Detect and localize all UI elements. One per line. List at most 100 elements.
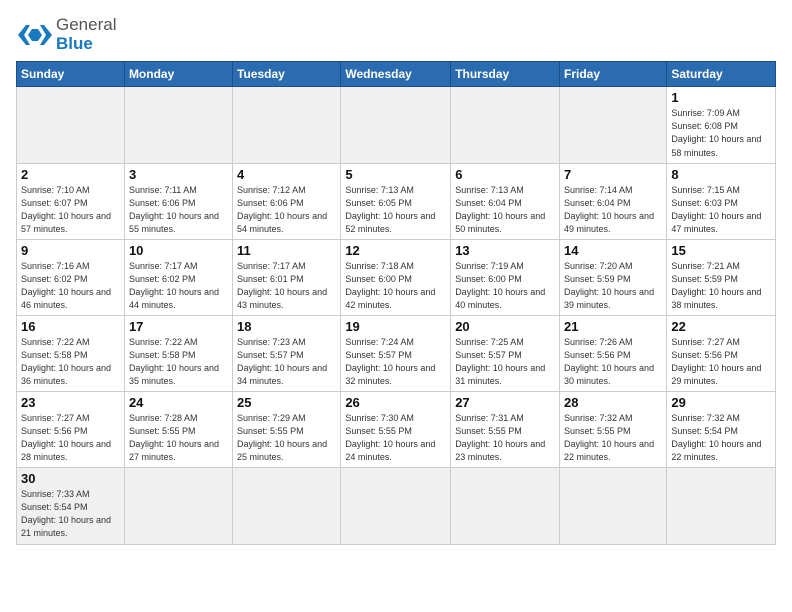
calendar-week-row: 30 Sunrise: 7:33 AMSunset: 5:54 PMDayligh… — [17, 468, 776, 544]
calendar-cell: 5 Sunrise: 7:13 AMSunset: 6:05 PMDaylight… — [341, 163, 451, 239]
calendar-cell — [451, 87, 560, 163]
day-info: Sunrise: 7:13 AMSunset: 6:05 PMDaylight:… — [345, 184, 446, 236]
day-info: Sunrise: 7:22 AMSunset: 5:58 PMDaylight:… — [129, 336, 228, 388]
calendar-week-row: 16 Sunrise: 7:22 AMSunset: 5:58 PMDayligh… — [17, 315, 776, 391]
day-number: 10 — [129, 243, 228, 258]
day-info: Sunrise: 7:28 AMSunset: 5:55 PMDaylight:… — [129, 412, 228, 464]
day-number: 23 — [21, 395, 120, 410]
calendar-cell: 30 Sunrise: 7:33 AMSunset: 5:54 PMDayligh… — [17, 468, 125, 544]
calendar-cell: 27Sunrise: 7:31 AMSunset: 5:55 PMDayligh… — [451, 392, 560, 468]
day-info: Sunrise: 7:23 AMSunset: 5:57 PMDaylight:… — [237, 336, 336, 388]
header: General Blue — [16, 10, 776, 53]
calendar-cell: 19Sunrise: 7:24 AMSunset: 5:57 PMDayligh… — [341, 315, 451, 391]
day-info: Sunrise: 7:17 AMSunset: 6:02 PMDaylight:… — [129, 260, 228, 312]
day-number: 30 — [21, 471, 120, 486]
calendar-cell: 11Sunrise: 7:17 AMSunset: 6:01 PMDayligh… — [233, 239, 341, 315]
day-number: 7 — [564, 167, 662, 182]
calendar-cell: 10 Sunrise: 7:17 AMSunset: 6:02 PMDayligh… — [124, 239, 232, 315]
calendar-cell — [124, 87, 232, 163]
day-number: 4 — [237, 167, 336, 182]
calendar-cell: 28 Sunrise: 7:32 AMSunset: 5:55 PMDayligh… — [560, 392, 667, 468]
calendar-cell: 6Sunrise: 7:13 AMSunset: 6:04 PMDaylight… — [451, 163, 560, 239]
calendar-cell: 21Sunrise: 7:26 AMSunset: 5:56 PMDayligh… — [560, 315, 667, 391]
calendar-cell: 18 Sunrise: 7:23 AMSunset: 5:57 PMDayligh… — [233, 315, 341, 391]
calendar-cell: 12 Sunrise: 7:18 AMSunset: 6:00 PMDayligh… — [341, 239, 451, 315]
day-info: Sunrise: 7:14 AMSunset: 6:04 PMDaylight:… — [564, 184, 662, 236]
day-number: 9 — [21, 243, 120, 258]
calendar-cell: 13Sunrise: 7:19 AMSunset: 6:00 PMDayligh… — [451, 239, 560, 315]
day-header-row: Sunday Monday Tuesday Wednesday Thursday… — [17, 62, 776, 87]
col-wednesday: Wednesday — [341, 62, 451, 87]
calendar-cell: 14 Sunrise: 7:20 AMSunset: 5:59 PMDayligh… — [560, 239, 667, 315]
calendar-page: General Blue Sunday Monday Tuesday Wedne… — [0, 0, 792, 555]
calendar-cell — [17, 87, 125, 163]
col-thursday: Thursday — [451, 62, 560, 87]
day-info: Sunrise: 7:10 AMSunset: 6:07 PMDaylight:… — [21, 184, 120, 236]
day-number: 18 — [237, 319, 336, 334]
day-number: 17 — [129, 319, 228, 334]
calendar-cell: 3 Sunrise: 7:11 AMSunset: 6:06 PMDaylight… — [124, 163, 232, 239]
day-number: 5 — [345, 167, 446, 182]
calendar-cell: 4 Sunrise: 7:12 AMSunset: 6:06 PMDaylight… — [233, 163, 341, 239]
calendar-cell: 16 Sunrise: 7:22 AMSunset: 5:58 PMDayligh… — [17, 315, 125, 391]
day-number: 24 — [129, 395, 228, 410]
calendar-cell: 26 Sunrise: 7:30 AMSunset: 5:55 PMDayligh… — [341, 392, 451, 468]
calendar-cell: 29 Sunrise: 7:32 AMSunset: 5:54 PMDayligh… — [667, 392, 776, 468]
day-number: 2 — [21, 167, 120, 182]
day-number: 3 — [129, 167, 228, 182]
calendar-cell — [341, 468, 451, 544]
day-info: Sunrise: 7:27 AMSunset: 5:56 PMDaylight:… — [671, 336, 771, 388]
calendar-cell: 15Sunrise: 7:21 AMSunset: 5:59 PMDayligh… — [667, 239, 776, 315]
day-info: Sunrise: 7:16 AMSunset: 6:02 PMDaylight:… — [21, 260, 120, 312]
day-number: 8 — [671, 167, 771, 182]
col-sunday: Sunday — [17, 62, 125, 87]
calendar-cell: 20 Sunrise: 7:25 AMSunset: 5:57 PMDayligh… — [451, 315, 560, 391]
calendar-cell — [233, 87, 341, 163]
day-info: Sunrise: 7:33 AMSunset: 5:54 PMDaylight:… — [21, 488, 120, 540]
calendar-cell — [560, 468, 667, 544]
calendar-cell — [667, 468, 776, 544]
day-info: Sunrise: 7:29 AMSunset: 5:55 PMDaylight:… — [237, 412, 336, 464]
day-info: Sunrise: 7:18 AMSunset: 6:00 PMDaylight:… — [345, 260, 446, 312]
col-saturday: Saturday — [667, 62, 776, 87]
col-monday: Monday — [124, 62, 232, 87]
calendar-cell: 25 Sunrise: 7:29 AMSunset: 5:55 PMDayligh… — [233, 392, 341, 468]
calendar-cell: 2 Sunrise: 7:10 AMSunset: 6:07 PMDaylight… — [17, 163, 125, 239]
day-number: 27 — [455, 395, 555, 410]
day-info: Sunrise: 7:25 AMSunset: 5:57 PMDaylight:… — [455, 336, 555, 388]
day-number: 29 — [671, 395, 771, 410]
day-info: Sunrise: 7:20 AMSunset: 5:59 PMDaylight:… — [564, 260, 662, 312]
day-number: 13 — [455, 243, 555, 258]
day-info: Sunrise: 7:11 AMSunset: 6:06 PMDaylight:… — [129, 184, 228, 236]
calendar-cell: 1 Sunrise: 7:09 AMSunset: 6:08 PMDaylight… — [667, 87, 776, 163]
day-number: 26 — [345, 395, 446, 410]
logo-text: General Blue — [56, 16, 116, 53]
day-info: Sunrise: 7:32 AMSunset: 5:55 PMDaylight:… — [564, 412, 662, 464]
calendar-cell — [233, 468, 341, 544]
calendar-cell: 23Sunrise: 7:27 AMSunset: 5:56 PMDayligh… — [17, 392, 125, 468]
day-number: 1 — [671, 90, 771, 105]
day-info: Sunrise: 7:12 AMSunset: 6:06 PMDaylight:… — [237, 184, 336, 236]
day-number: 22 — [671, 319, 771, 334]
calendar-cell: 9 Sunrise: 7:16 AMSunset: 6:02 PMDaylight… — [17, 239, 125, 315]
calendar-cell — [451, 468, 560, 544]
calendar-cell — [341, 87, 451, 163]
day-info: Sunrise: 7:32 AMSunset: 5:54 PMDaylight:… — [671, 412, 771, 464]
calendar-cell — [560, 87, 667, 163]
day-info: Sunrise: 7:26 AMSunset: 5:56 PMDaylight:… — [564, 336, 662, 388]
day-number: 12 — [345, 243, 446, 258]
day-number: 20 — [455, 319, 555, 334]
day-number: 16 — [21, 319, 120, 334]
calendar-cell: 22 Sunrise: 7:27 AMSunset: 5:56 PMDayligh… — [667, 315, 776, 391]
calendar-week-row: 2 Sunrise: 7:10 AMSunset: 6:07 PMDaylight… — [17, 163, 776, 239]
calendar-week-row: 1 Sunrise: 7:09 AMSunset: 6:08 PMDaylight… — [17, 87, 776, 163]
calendar-week-row: 23Sunrise: 7:27 AMSunset: 5:56 PMDayligh… — [17, 392, 776, 468]
day-number: 14 — [564, 243, 662, 258]
day-number: 11 — [237, 243, 336, 258]
day-info: Sunrise: 7:09 AMSunset: 6:08 PMDaylight:… — [671, 107, 771, 159]
day-number: 25 — [237, 395, 336, 410]
day-number: 6 — [455, 167, 555, 182]
day-info: Sunrise: 7:30 AMSunset: 5:55 PMDaylight:… — [345, 412, 446, 464]
day-info: Sunrise: 7:22 AMSunset: 5:58 PMDaylight:… — [21, 336, 120, 388]
day-number: 28 — [564, 395, 662, 410]
